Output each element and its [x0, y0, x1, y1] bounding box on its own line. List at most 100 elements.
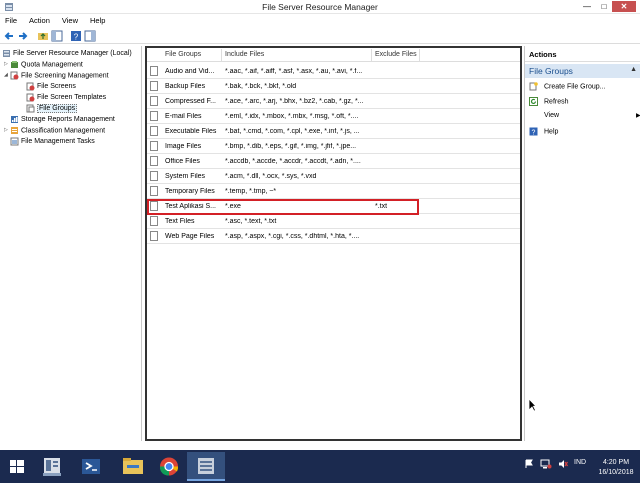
- menu-file[interactable]: File: [0, 14, 22, 27]
- clock-date: 16/10/2018: [598, 469, 634, 476]
- action-label: Help: [544, 128, 559, 136]
- powershell-icon[interactable]: [72, 452, 110, 481]
- file-explorer-icon[interactable]: [114, 452, 152, 481]
- console-tree: File Server Resource Manager (Local) ▷ Qu…: [0, 46, 142, 441]
- table-row[interactable]: Compressed F... *.ace, *.arc, *.arj, *.bh…: [147, 94, 520, 109]
- cell-file-group: Audio and Vid...: [165, 68, 215, 75]
- cell-include-files: *.bak, *.bck, *.bkf, *.old: [225, 83, 297, 90]
- clock-time: 4:20 PM: [602, 459, 630, 466]
- tree-item-file-groups[interactable]: File Groups: [26, 103, 78, 114]
- cell-include-files: *.ace, *.arc, *.arj, *.bhx, *.bz2, *.cab…: [225, 98, 364, 105]
- table-row[interactable]: Temporary Files *.temp, *.tmp, ~*: [147, 184, 520, 199]
- column-divider[interactable]: [419, 49, 420, 61]
- network-icon[interactable]: [540, 459, 552, 469]
- tree-label: File Server Resource Manager (Local): [13, 50, 132, 57]
- action-refresh[interactable]: Refresh: [529, 97, 569, 108]
- column-divider[interactable]: [221, 49, 222, 61]
- windows-start-icon[interactable]: [0, 452, 34, 481]
- action-help[interactable]: ? Help: [529, 127, 558, 138]
- help-icon[interactable]: ?: [70, 30, 82, 42]
- action-view[interactable]: View ▶: [544, 112, 640, 123]
- flag-icon[interactable]: [524, 459, 534, 469]
- tree-item-file-screens[interactable]: File Screens: [26, 81, 76, 92]
- mouse-cursor-icon: [528, 398, 537, 412]
- svg-text:?: ?: [74, 33, 79, 42]
- back-icon[interactable]: [3, 30, 15, 42]
- file-group-icon: [150, 126, 158, 136]
- tree-item-classification[interactable]: ▷ Classification Management: [4, 125, 105, 136]
- actions-group-label: File Groups: [529, 66, 573, 76]
- refresh-icon: [529, 97, 538, 106]
- tree-label: File Screens: [37, 83, 76, 90]
- cell-file-group: Web Page Files: [165, 233, 215, 240]
- new-file-group-icon: [529, 82, 538, 91]
- taskbar: IND 4:20 PM 16/10/2018: [0, 450, 640, 483]
- cell-include-files: *.aac, *.aif, *.aiff, *.asf, *.asx, *.au…: [225, 68, 363, 75]
- tree-label: Quota Management: [21, 61, 83, 69]
- show-hide-tree-icon[interactable]: [51, 30, 63, 42]
- menu-bar: File Action View Help: [0, 14, 640, 28]
- clock[interactable]: 4:20 PM 16/10/2018: [594, 458, 638, 478]
- forward-icon[interactable]: [17, 30, 29, 42]
- actions-pane: Actions File Groups ▲ Create File Group.…: [524, 46, 640, 441]
- file-group-icon: [150, 81, 158, 91]
- toolbar: ?: [0, 28, 640, 44]
- tree-label: Storage Reports Management: [21, 116, 115, 123]
- cell-include-files: *.accdb, *.accde, *.accdr, *.accdt, *.ad…: [225, 158, 361, 165]
- actions-group-header[interactable]: File Groups ▲: [525, 64, 640, 78]
- server-manager-icon[interactable]: [33, 452, 71, 481]
- cell-file-group: Compressed F...: [165, 98, 216, 105]
- tree-item-storage-reports[interactable]: Storage Reports Management: [4, 114, 115, 125]
- collapse-caret-icon[interactable]: ▲: [630, 66, 637, 73]
- menu-help[interactable]: Help: [85, 14, 110, 27]
- column-header-include-files[interactable]: Include Files: [225, 51, 264, 58]
- tree-label: File Groups: [37, 104, 78, 113]
- close-button[interactable]: ✕: [612, 1, 636, 12]
- maximize-button[interactable]: □: [597, 1, 611, 12]
- table-row[interactable]: Image Files *.bmp, *.dib, *.eps, *.gif, *…: [147, 139, 520, 154]
- table-row[interactable]: System Files *.acm, *.dll, *.ocx, *.sys, …: [147, 169, 520, 184]
- svg-text:?: ?: [532, 129, 536, 136]
- show-hide-action-pane-icon[interactable]: [84, 30, 96, 42]
- file-screens-icon: [26, 82, 35, 91]
- list-header: File Groups Include Files Exclude Files: [147, 48, 520, 62]
- highlight-box: [147, 199, 419, 215]
- table-row[interactable]: Text Files *.asc, *.text, *.txt: [147, 214, 520, 229]
- table-row[interactable]: E-mail Files *.eml, *.idx, *.mbox, *.mbx,…: [147, 109, 520, 124]
- language-indicator[interactable]: IND: [574, 459, 586, 466]
- cell-include-files: *.asc, *.text, *.txt: [225, 218, 277, 225]
- file-group-icon: [150, 141, 158, 151]
- tree-item-file-screening[interactable]: ◢ File Screening Management: [4, 70, 109, 81]
- up-folder-icon[interactable]: [37, 30, 49, 42]
- table-row[interactable]: Audio and Vid... *.aac, *.aif, *.aiff, *.…: [147, 64, 520, 79]
- tree-item-file-screen-templates[interactable]: File Screen Templates: [26, 92, 106, 103]
- minimize-button[interactable]: —: [580, 1, 594, 12]
- file-group-icon: [150, 156, 158, 166]
- file-group-icon: [150, 96, 158, 106]
- table-row[interactable]: Office Files *.accdb, *.accde, *.accdr, *…: [147, 154, 520, 169]
- menu-view[interactable]: View: [57, 14, 83, 27]
- table-row[interactable]: Web Page Files *.asp, *.aspx, *.cgi, *.cs…: [147, 229, 520, 244]
- action-label: View: [544, 112, 560, 119]
- file-group-icon: [150, 216, 158, 226]
- table-row[interactable]: Backup Files *.bak, *.bck, *.bkf, *.old: [147, 79, 520, 94]
- help-icon: ?: [529, 127, 538, 136]
- tree-label: File Management Tasks: [21, 138, 95, 145]
- action-create-file-group[interactable]: Create File Group...: [529, 82, 605, 93]
- cell-include-files: *.asp, *.aspx, *.cgi, *.css, *.dhtml, *.…: [225, 233, 360, 240]
- cell-include-files: *.eml, *.idx, *.mbox, *.mbx, *.msg, *.of…: [225, 113, 359, 120]
- action-label: Create File Group...: [544, 83, 606, 91]
- menu-action[interactable]: Action: [24, 14, 55, 27]
- volume-icon[interactable]: [558, 459, 568, 469]
- column-divider[interactable]: [371, 49, 372, 61]
- column-header-exclude-files[interactable]: Exclude Files: [375, 51, 417, 58]
- quota-icon: [11, 61, 18, 68]
- table-row[interactable]: Executable Files *.bat, *.cmd, *.com, *.c…: [147, 124, 520, 139]
- actions-title: Actions: [525, 46, 640, 62]
- fsrm-taskbar-icon[interactable]: [187, 452, 225, 481]
- tree-item-root[interactable]: File Server Resource Manager (Local): [2, 48, 132, 59]
- tree-item-file-management-tasks[interactable]: File Management Tasks: [4, 136, 95, 147]
- chrome-icon[interactable]: [150, 452, 188, 481]
- column-header-file-groups[interactable]: File Groups: [165, 51, 201, 58]
- tree-item-quota[interactable]: ▷ Quota Management: [4, 59, 83, 70]
